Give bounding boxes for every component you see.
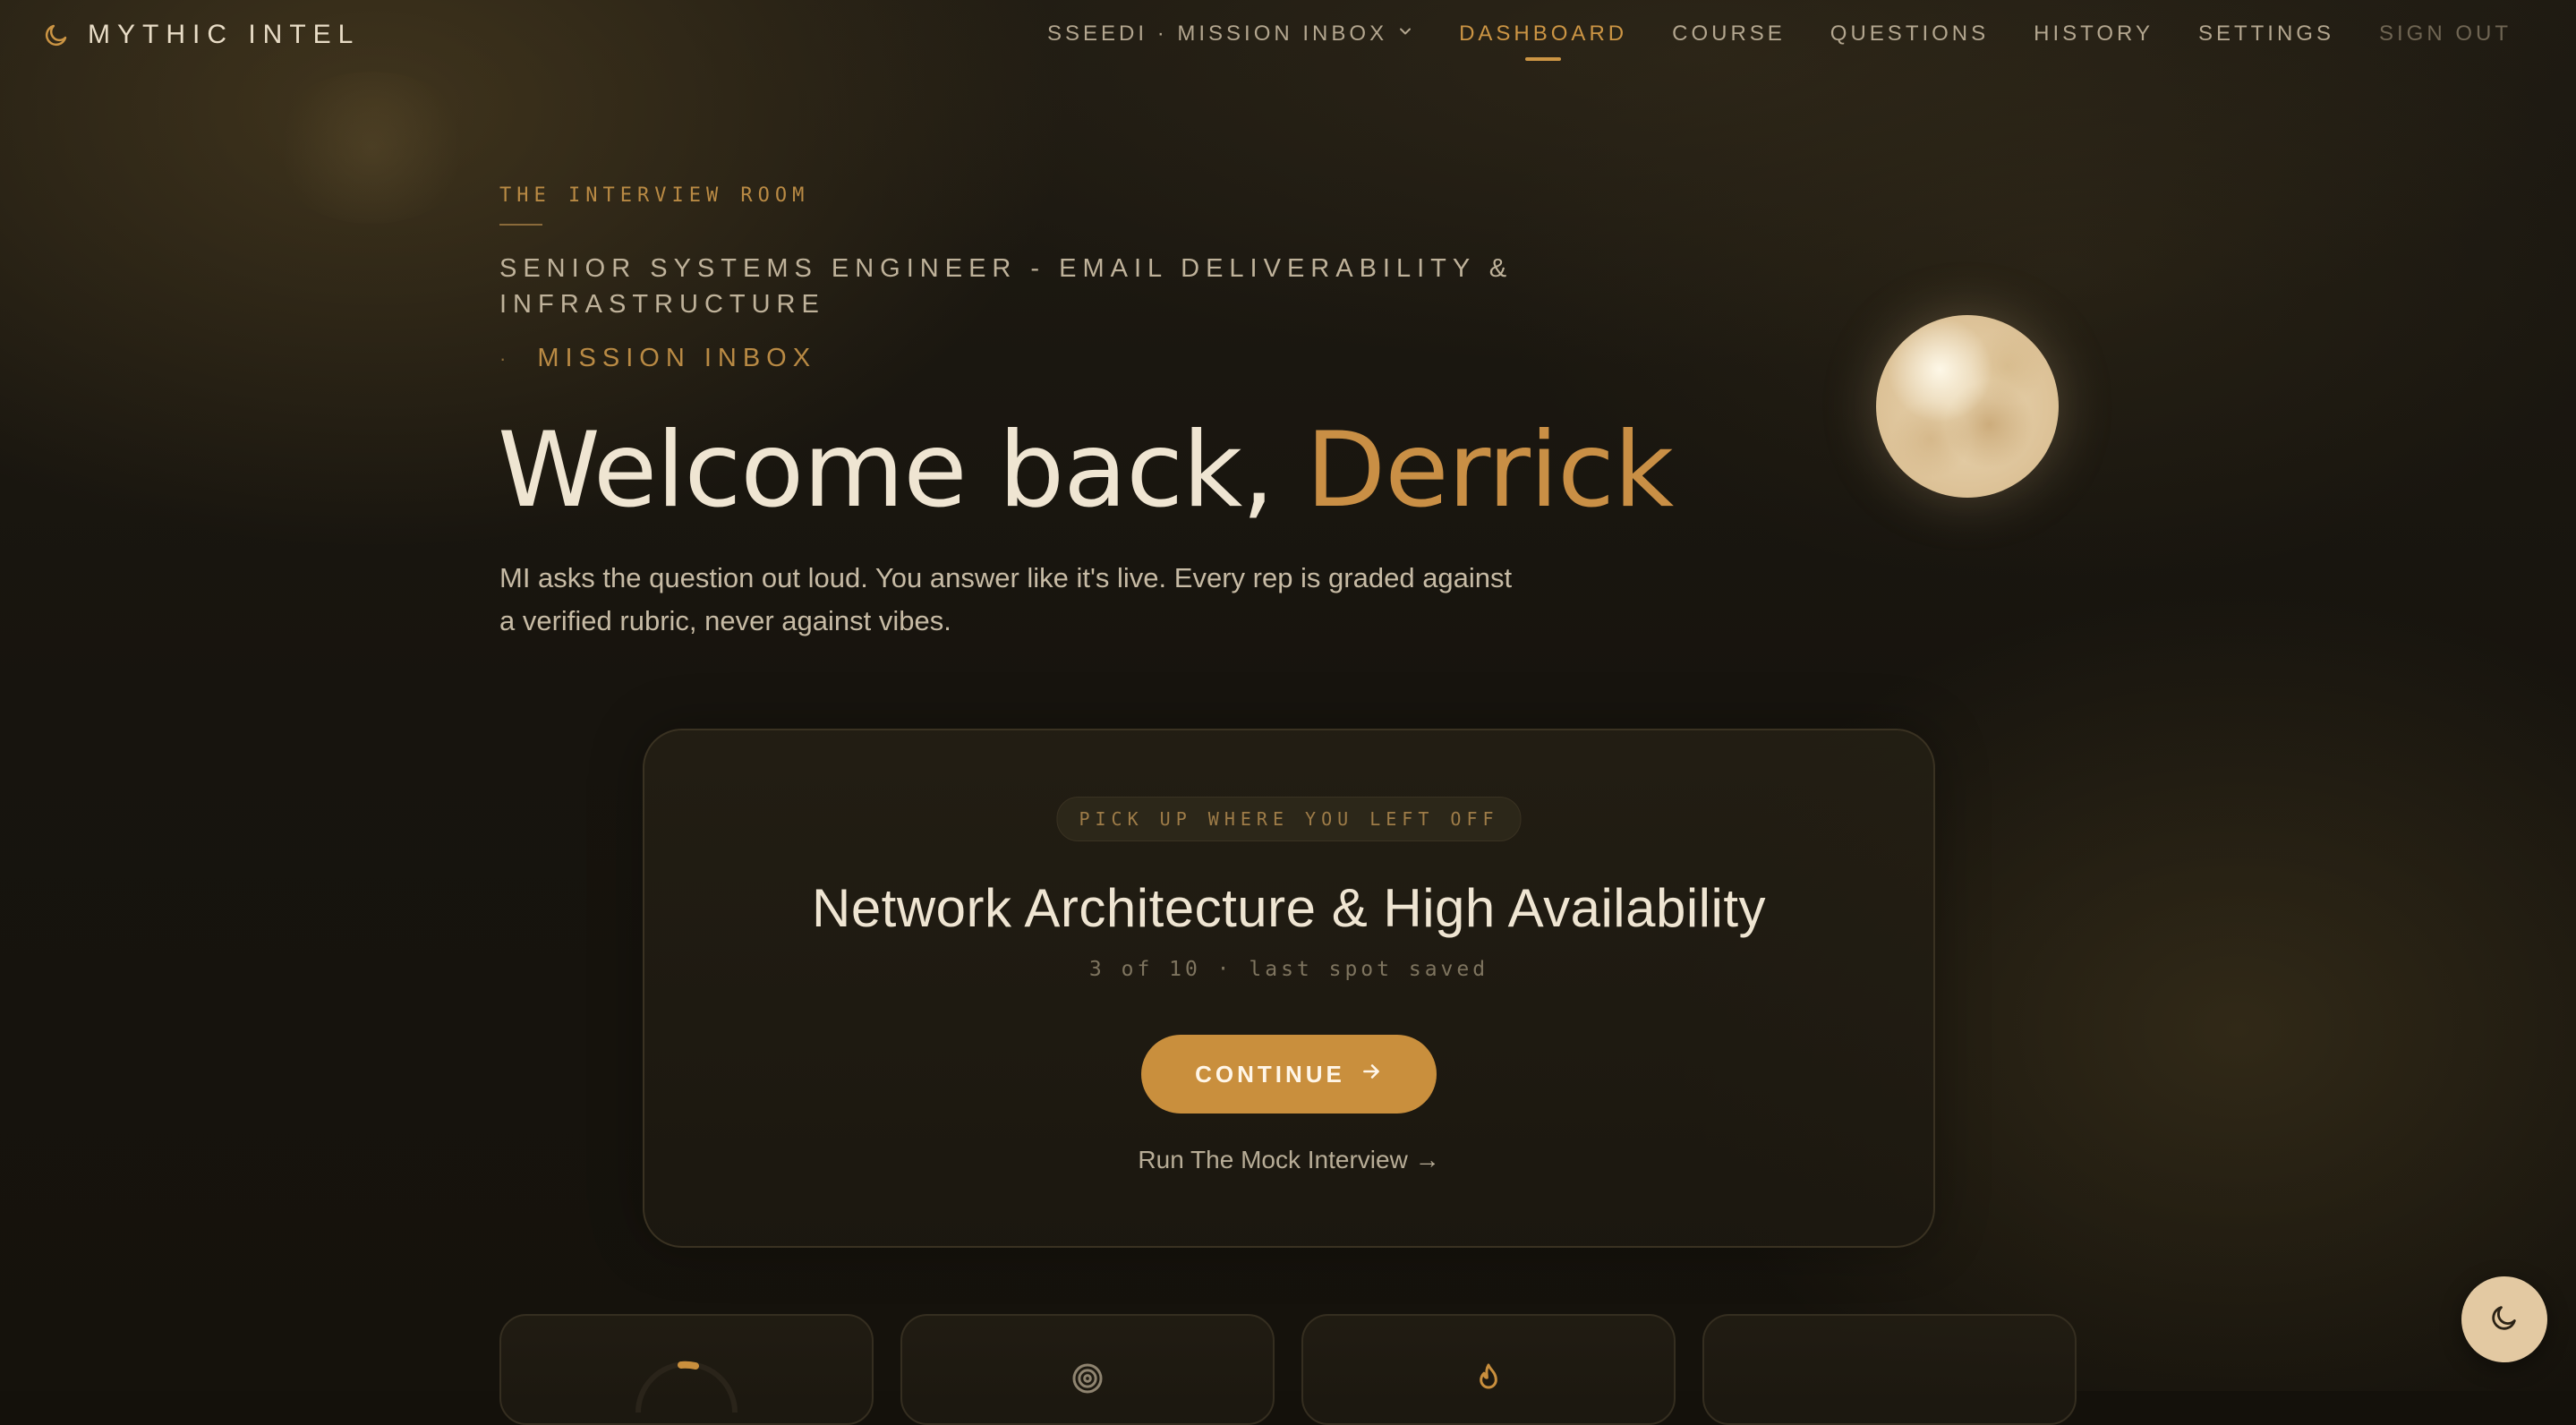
resume-pill: PICK UP WHERE YOU LEFT OFF [1056, 797, 1522, 841]
nav-settings[interactable]: SETTINGS [2198, 21, 2334, 47]
eyebrow-divider [499, 224, 542, 226]
crescent-moon-icon [43, 21, 70, 48]
role-title: SENIOR SYSTEMS ENGINEER - EMAIL DELIVERA… [499, 254, 1514, 319]
welcome-headline: Welcome back, Derrick [498, 410, 1674, 531]
workspace-switcher[interactable]: SSEEDI · MISSION INBOX [1047, 21, 1414, 47]
resume-card: PICK UP WHERE YOU LEFT OFF Network Archi… [643, 729, 1935, 1248]
nav-course[interactable]: COURSE [1672, 21, 1786, 47]
user-name: Derrick [1305, 410, 1674, 531]
company-bullet: · [499, 346, 513, 370]
theme-toggle-button[interactable] [2461, 1276, 2547, 1362]
stat-tile[interactable] [1301, 1314, 1676, 1425]
intro-text: MI asks the question out loud. You answe… [499, 562, 1513, 636]
target-icon [1070, 1361, 1105, 1401]
nav-menu: SSEEDI · MISSION INBOX DASHBOARD COURSE … [1047, 21, 2512, 47]
brand[interactable]: MYTHIC INTEL [43, 20, 360, 50]
mock-interview-link[interactable]: Run The Mock Interview → [644, 1146, 1933, 1174]
chevron-down-icon [1396, 21, 1414, 47]
continue-label: CONTINUE [1195, 1060, 1345, 1088]
module-title: Network Architecture & High Availability [811, 878, 1766, 938]
nav-dashboard[interactable]: DASHBOARD [1459, 21, 1627, 47]
continue-button[interactable]: CONTINUE [1141, 1035, 1437, 1114]
arrow-right-icon [1360, 1060, 1383, 1089]
nav-questions[interactable]: QUESTIONS [1830, 21, 1989, 47]
brand-name: MYTHIC INTEL [88, 20, 361, 49]
workspace-label: SSEEDI · MISSION INBOX [1047, 21, 1388, 46]
progress-ring-icon [633, 1361, 740, 1419]
sign-out-link[interactable]: SIGN OUT [2379, 21, 2512, 47]
company-name: MISSION INBOX [537, 344, 817, 372]
stat-tile[interactable] [1702, 1314, 2077, 1425]
stat-tile[interactable] [900, 1314, 1275, 1425]
progress-text: 3 of 10 · last spot saved [1088, 958, 1489, 981]
flame-icon [1471, 1361, 1506, 1401]
stat-tile[interactable] [499, 1314, 874, 1425]
moon-illustration [1876, 315, 2059, 498]
nav-history[interactable]: HISTORY [2034, 21, 2154, 47]
moon-icon [2489, 1302, 2520, 1337]
top-nav: MYTHIC INTEL SSEEDI · MISSION INBOX DASH… [0, 0, 2576, 73]
company-line: · MISSION INBOX [499, 344, 816, 373]
decorative-orb [269, 72, 474, 224]
greeting-text: Welcome back, [498, 410, 1306, 531]
section-eyebrow: THE INTERVIEW ROOM [499, 184, 810, 207]
